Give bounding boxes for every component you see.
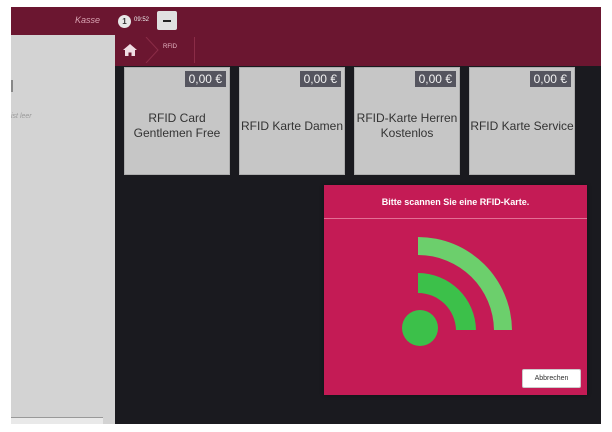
app-frame: Kasse 1 09:52 RFID ist leer 0,00 € RFID … [11, 7, 601, 424]
notification-badge[interactable]: 1 [118, 15, 131, 28]
breadcrumb-separator-icon [145, 37, 159, 63]
cart-footer [11, 417, 103, 424]
cart-bracket [11, 80, 13, 92]
minus-icon [163, 20, 171, 22]
tile-price: 0,00 € [184, 71, 226, 87]
product-tile-rfid-karte-herren-kostenlos[interactable]: 0,00 € RFID-Karte Herren Kostenlos [354, 67, 460, 175]
breadcrumb-item-rfid[interactable]: RFID [163, 44, 177, 50]
home-icon[interactable] [115, 35, 145, 65]
tile-name: RFID Karte Service [470, 118, 574, 133]
clock: 09:52 [134, 17, 150, 23]
cart-empty-text: ist leer [11, 113, 32, 120]
rfid-scan-modal: Bitte scannen Sie eine RFID-Karte. Abbre… [324, 185, 587, 395]
tile-name: RFID Karte Damen [240, 118, 344, 133]
product-tile-rfid-karte-damen[interactable]: 0,00 € RFID Karte Damen [239, 67, 345, 175]
tile-name: RFID Card Gentlemen Free [133, 111, 221, 140]
cart-panel: ist leer [11, 35, 115, 424]
breadcrumb-divider [194, 37, 195, 63]
rfid-signal-icon [402, 237, 512, 346]
cancel-button[interactable]: Abbrechen [522, 369, 581, 388]
modal-divider [324, 218, 587, 219]
tile-price: 0,00 € [299, 71, 341, 87]
product-tile-rfid-card-gentlemen-free[interactable]: 0,00 € RFID Card Gentlemen Free [124, 67, 230, 175]
tile-name: RFID-Karte Herren Kostenlos [356, 111, 458, 140]
modal-title: Bitte scannen Sie eine RFID-Karte. [381, 197, 530, 207]
tile-price: 0,00 € [529, 71, 571, 87]
breadcrumb: RFID [115, 35, 601, 65]
kasse-label: Kasse [75, 15, 101, 25]
tile-price: 0,00 € [414, 71, 456, 87]
product-tile-rfid-karte-service[interactable]: 0,00 € RFID Karte Service [469, 67, 575, 175]
minimize-button[interactable] [157, 11, 177, 30]
